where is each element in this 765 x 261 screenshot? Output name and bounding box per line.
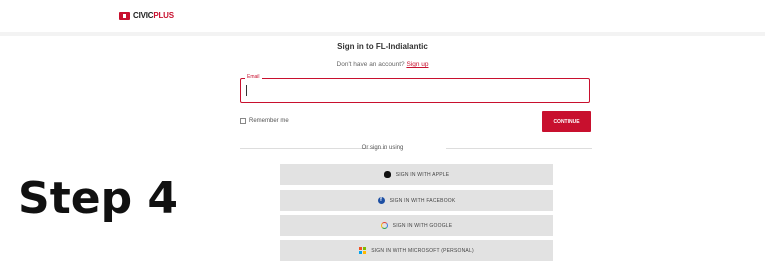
signup-prompt: Don't have an account? Sign up (0, 61, 765, 68)
sign-in-facebook-button[interactable]: f SIGN IN WITH FACEBOOK (280, 190, 553, 211)
no-account-text: Don't have an account? (336, 61, 405, 68)
apple-icon (383, 171, 391, 178)
sign-in-apple-label: SIGN IN WITH APPLE (395, 171, 450, 178)
continue-button[interactable]: CONTINUE (542, 111, 591, 132)
sign-in-facebook-label: SIGN IN WITH FACEBOOK (389, 197, 456, 204)
civicplus-logo-icon (119, 11, 130, 20)
civicplus-logo[interactable]: CIVICPLUS (119, 11, 174, 20)
remember-me-checkbox[interactable] (240, 118, 246, 124)
civicplus-logo-text: CIVICPLUS (133, 11, 174, 20)
top-bar: CIVICPLUS (0, 0, 765, 32)
text-caret (246, 85, 247, 96)
remember-me[interactable]: Remember me (240, 118, 289, 124)
microsoft-icon (359, 247, 367, 254)
facebook-icon: f (377, 197, 385, 204)
sign-in-google-button[interactable]: SIGN IN WITH GOOGLE (280, 215, 553, 236)
or-sign-in-using-text: Or sign in using (361, 145, 404, 151)
header-divider (0, 32, 765, 36)
google-icon (380, 222, 388, 229)
email-field[interactable] (240, 78, 590, 103)
email-field-label: Email (245, 74, 262, 80)
signup-link[interactable]: Sign up (406, 61, 428, 68)
sign-in-google-label: SIGN IN WITH GOOGLE (392, 222, 453, 229)
step-label: Step 4 (18, 173, 178, 224)
signin-title: Sign in to FL-Indialantic (337, 42, 428, 51)
sign-in-apple-button[interactable]: SIGN IN WITH APPLE (280, 164, 553, 185)
sign-in-microsoft-button[interactable]: SIGN IN WITH MICROSOFT (PERSONAL) (280, 240, 553, 261)
sign-in-microsoft-label: SIGN IN WITH MICROSOFT (PERSONAL) (371, 247, 474, 254)
remember-me-label: Remember me (249, 118, 289, 124)
